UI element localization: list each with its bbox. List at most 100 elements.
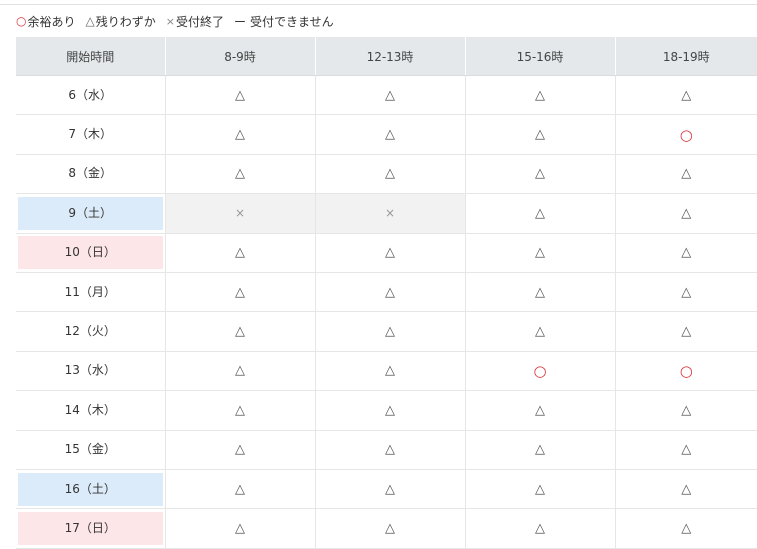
- time-slot-cell[interactable]: △: [614, 193, 757, 234]
- date-label: 9（土）: [18, 196, 163, 230]
- date-label: 16（土）: [18, 472, 163, 506]
- triangle-icon: △: [85, 14, 95, 28]
- triangle-icon: △: [681, 284, 692, 300]
- column-header-slot: 12-13時: [314, 37, 465, 76]
- time-slot-cell[interactable]: ○: [614, 114, 757, 155]
- time-slot-cell[interactable]: △: [314, 114, 465, 155]
- legend-item-closed: × 受付終了: [166, 13, 224, 30]
- time-slot-cell[interactable]: △: [614, 154, 757, 195]
- triangle-icon: △: [385, 245, 395, 261]
- time-slot-cell[interactable]: △: [314, 430, 465, 470]
- legend-label-unavailable: 受付できません: [250, 14, 334, 29]
- time-slot-cell[interactable]: ○: [614, 351, 757, 392]
- triangle-icon: △: [385, 442, 395, 458]
- date-label: 12（火）: [64, 324, 116, 339]
- triangle-icon: △: [235, 127, 245, 143]
- date-label: 10（日）: [18, 236, 163, 270]
- triangle-icon: △: [535, 402, 545, 418]
- triangle-icon: △: [535, 324, 545, 340]
- time-slot-cell: ×: [314, 193, 465, 234]
- triangle-icon: △: [385, 284, 395, 300]
- time-slot-cell[interactable]: △: [314, 508, 465, 549]
- triangle-icon: △: [235, 481, 245, 497]
- time-slot-cell[interactable]: △: [464, 430, 615, 470]
- date-cell: 12（火）: [16, 311, 165, 352]
- time-slot-cell[interactable]: △: [164, 311, 315, 352]
- date-label: 8（金）: [68, 166, 113, 181]
- time-slot-cell[interactable]: △: [314, 390, 465, 431]
- triangle-icon: △: [681, 166, 692, 182]
- triangle-icon: △: [235, 166, 245, 182]
- legend-item-available: ○ 余裕あり: [16, 13, 76, 30]
- legend-item-few-left: △ 残りわずか: [86, 13, 156, 30]
- time-slot-cell[interactable]: △: [164, 390, 315, 431]
- time-slot-cell[interactable]: △: [164, 154, 315, 195]
- time-slot-cell[interactable]: △: [614, 469, 757, 510]
- triangle-icon: △: [535, 166, 545, 182]
- table-row: 11（月） △ △ △ △: [16, 272, 757, 313]
- time-slot-cell[interactable]: △: [464, 233, 615, 273]
- time-slot-cell[interactable]: △: [614, 233, 757, 273]
- time-slot-cell[interactable]: △: [164, 430, 315, 470]
- time-slot-cell[interactable]: △: [614, 390, 757, 431]
- time-slot-cell[interactable]: △: [164, 351, 315, 392]
- triangle-icon: △: [235, 363, 245, 379]
- time-slot-cell[interactable]: △: [314, 154, 465, 195]
- time-slot-cell[interactable]: △: [164, 114, 315, 155]
- legend-label-closed: 受付終了: [175, 14, 224, 29]
- time-slot-cell[interactable]: △: [464, 193, 615, 234]
- triangle-icon: △: [681, 245, 692, 261]
- triangle-icon: △: [235, 442, 245, 458]
- time-slot-cell[interactable]: △: [164, 469, 315, 510]
- table-row: 9（土） × × △ △: [16, 193, 757, 234]
- time-slot-cell[interactable]: △: [314, 233, 465, 273]
- time-slot-cell[interactable]: ○: [464, 351, 615, 392]
- time-slot-cell[interactable]: △: [164, 272, 315, 313]
- time-slot-cell[interactable]: △: [164, 233, 315, 273]
- date-label: 13（水）: [64, 363, 116, 378]
- triangle-icon: △: [385, 166, 395, 182]
- time-slot-cell[interactable]: △: [164, 75, 315, 116]
- triangle-icon: △: [681, 442, 692, 458]
- table-row: 7（木） △ △ △ ○: [16, 114, 757, 155]
- time-slot-cell[interactable]: △: [464, 114, 615, 155]
- triangle-icon: △: [235, 402, 245, 418]
- date-label: 14（木）: [64, 402, 116, 417]
- table-row: 8（金） △ △ △ △: [16, 154, 757, 195]
- time-slot-cell[interactable]: △: [314, 272, 465, 313]
- time-slot-cell[interactable]: △: [314, 351, 465, 392]
- date-cell: 7（木）: [16, 114, 165, 155]
- date-cell: 8（金）: [16, 154, 165, 195]
- time-slot-cell[interactable]: △: [314, 469, 465, 510]
- time-slot-cell[interactable]: △: [464, 508, 615, 549]
- triangle-icon: △: [535, 127, 545, 143]
- time-slot-cell[interactable]: △: [464, 311, 615, 352]
- triangle-icon: △: [385, 363, 395, 379]
- table-header-row: 開始時間 8-9時 12-13時 15-16時 18-19時: [16, 37, 757, 76]
- table-row: 17（日） △ △ △ △: [16, 508, 757, 549]
- time-slot-cell[interactable]: △: [164, 508, 315, 549]
- time-slot-cell[interactable]: △: [464, 390, 615, 431]
- time-slot-cell[interactable]: △: [614, 75, 757, 116]
- time-slot-cell[interactable]: △: [464, 75, 615, 116]
- date-cell: 9（土）: [16, 193, 165, 234]
- legend-label-few-left: 残りわずか: [95, 14, 156, 29]
- legend-item-unavailable: ー 受付できません: [234, 13, 334, 30]
- date-label: 11（月）: [64, 284, 116, 299]
- time-slot-cell[interactable]: △: [314, 75, 465, 116]
- time-slot-cell[interactable]: △: [614, 311, 757, 352]
- time-slot-cell[interactable]: △: [464, 154, 615, 195]
- triangle-icon: △: [235, 324, 245, 340]
- date-cell: 10（日）: [16, 233, 165, 273]
- date-cell: 6（水）: [16, 75, 165, 116]
- triangle-icon: △: [235, 284, 245, 300]
- time-slot-cell[interactable]: △: [464, 469, 615, 510]
- time-slot-cell[interactable]: △: [314, 311, 465, 352]
- time-slot-cell[interactable]: △: [464, 272, 615, 313]
- schedule-body: 6（水） △ △ △ △ 7（木） △ △ △ ○ 8（金） △ △ △ △ 9（土） × × △ △ 10（日） △ △ △…: [16, 75, 757, 549]
- time-slot-cell[interactable]: △: [614, 272, 757, 313]
- triangle-icon: △: [535, 87, 545, 103]
- time-slot-cell[interactable]: △: [614, 430, 757, 470]
- date-label: 17（日）: [18, 511, 163, 545]
- time-slot-cell[interactable]: △: [614, 508, 757, 549]
